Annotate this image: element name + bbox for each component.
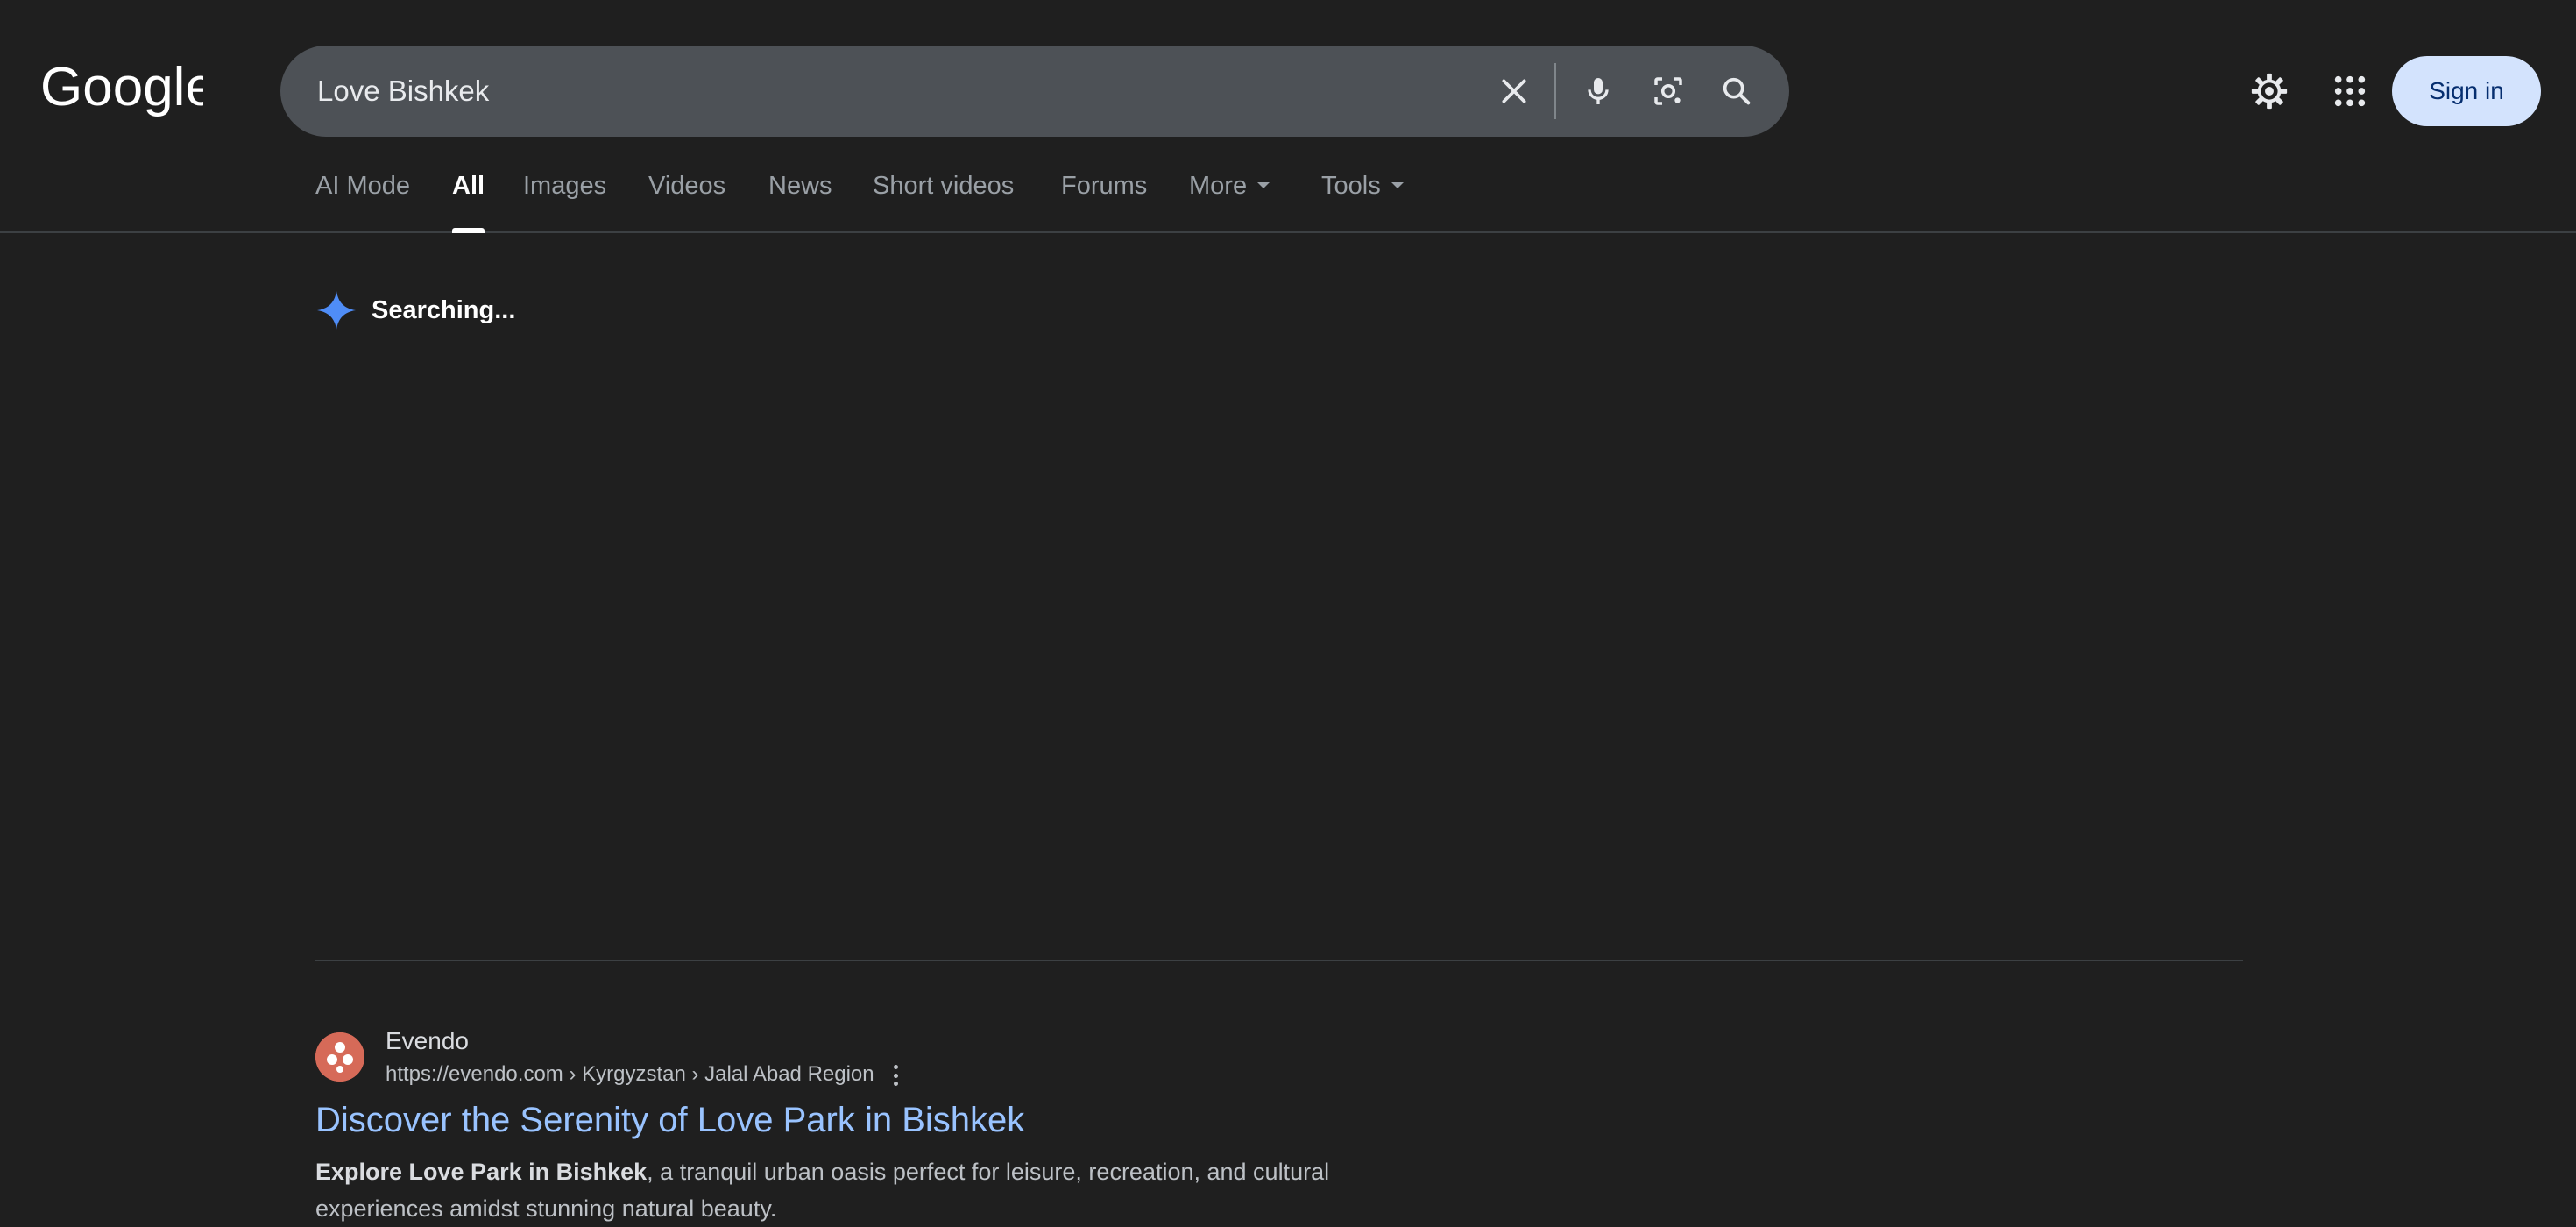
result-snippet: Explore Love Park in Bishkek, a tranquil… bbox=[315, 1153, 1384, 1227]
active-tab-indicator bbox=[452, 228, 485, 233]
close-icon[interactable] bbox=[1491, 68, 1537, 114]
tab-forums[interactable]: Forums bbox=[1061, 172, 1147, 233]
ai-overview-status: Searching... bbox=[315, 289, 515, 331]
snippet-highlight: Explore Love Park in Bishkek bbox=[315, 1159, 648, 1185]
ai-status-text: Searching... bbox=[372, 295, 516, 324]
chevron-down-icon bbox=[1257, 181, 1270, 188]
result-url[interactable]: https://evendo.com › Kyrgyzstan › Jalal … bbox=[386, 1062, 874, 1087]
tab-label: Short videos bbox=[873, 172, 1015, 200]
tab-label: Forums bbox=[1061, 172, 1148, 200]
sparkle-icon bbox=[317, 291, 356, 330]
camera-lens-icon[interactable] bbox=[1645, 68, 1691, 114]
microphone-icon[interactable] bbox=[1575, 68, 1621, 114]
more-options-icon[interactable] bbox=[887, 1062, 904, 1089]
tab-more[interactable]: More bbox=[1189, 172, 1270, 233]
svg-text:Google: Google bbox=[40, 57, 203, 117]
tab-all[interactable]: All bbox=[452, 172, 485, 233]
result-site-name[interactable]: Evendo bbox=[386, 1027, 469, 1055]
apps-grid-icon[interactable] bbox=[2325, 67, 2374, 116]
search-bar: Love Bishkek bbox=[280, 46, 1789, 137]
gear-icon[interactable] bbox=[2245, 67, 2294, 116]
search-icon[interactable] bbox=[1714, 68, 1759, 114]
google-logo[interactable]: Google bbox=[40, 54, 203, 121]
tab-tools[interactable]: Tools bbox=[1321, 172, 1404, 233]
tab-news[interactable]: News bbox=[768, 172, 832, 233]
tab-label: AI Mode bbox=[315, 172, 410, 200]
tab-label: News bbox=[768, 172, 832, 200]
tab-label: All bbox=[452, 172, 485, 200]
tab-videos[interactable]: Videos bbox=[648, 172, 725, 233]
tab-short-videos[interactable]: Short videos bbox=[873, 172, 1014, 233]
tab-label: Images bbox=[523, 172, 607, 200]
search-input[interactable]: Love Bishkek bbox=[317, 46, 489, 137]
site-favicon[interactable] bbox=[315, 1032, 364, 1082]
tab-label: Videos bbox=[648, 172, 726, 200]
header: Google Love Bishkek Sign in AI Mode All … bbox=[0, 0, 2576, 233]
result-title-link[interactable]: Discover the Serenity of Love Park in Bi… bbox=[315, 1101, 1024, 1140]
chevron-down-icon bbox=[1391, 181, 1404, 188]
tab-label: Tools bbox=[1321, 172, 1381, 200]
sign-in-button[interactable]: Sign in bbox=[2392, 56, 2541, 126]
tab-label: More bbox=[1189, 172, 1248, 200]
tab-ai-mode[interactable]: AI Mode bbox=[315, 172, 410, 233]
tab-images[interactable]: Images bbox=[523, 172, 606, 233]
search-divider bbox=[1554, 63, 1556, 119]
results-divider bbox=[315, 960, 2243, 961]
